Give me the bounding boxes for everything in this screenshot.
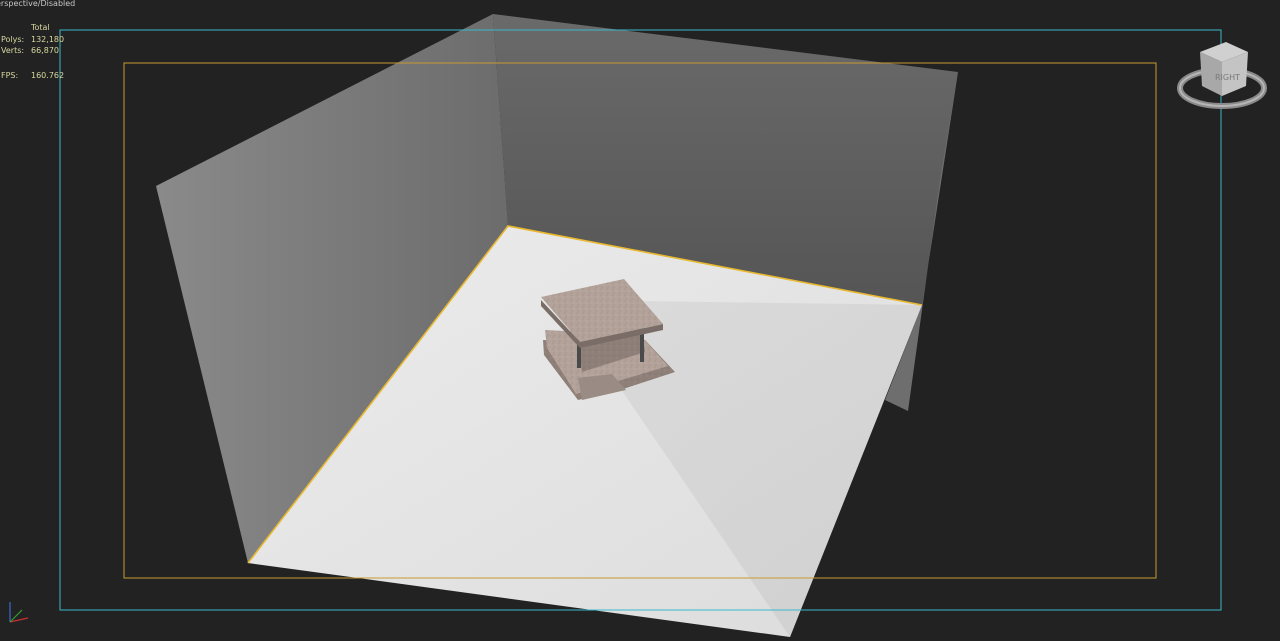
viewcube-face-label: RIGHT xyxy=(1215,73,1240,82)
stat-verts-label: Verts: xyxy=(1,46,25,55)
stat-fps: FPS: 160.762 xyxy=(1,71,64,81)
stat-polys-label: Polys: xyxy=(1,35,25,44)
axis-tripod-icon xyxy=(4,598,34,628)
stat-verts-value: 66,870 xyxy=(31,46,59,55)
viewport-scene[interactable] xyxy=(0,0,1280,641)
perspective-viewport[interactable]: erspective/Disabled Total Polys: 132,180 … xyxy=(0,0,1280,641)
stat-polys-value: 132,180 xyxy=(31,35,65,44)
stat-fps-label: FPS: xyxy=(1,71,19,80)
stat-polys: Polys: 132,180 xyxy=(1,35,64,45)
stat-fps-value: 160.762 xyxy=(31,71,65,80)
viewport-label[interactable]: erspective/Disabled xyxy=(0,0,75,9)
viewcube-icon[interactable]: RIGHT xyxy=(1168,38,1278,128)
stat-verts: Verts: 66,870 xyxy=(1,46,59,56)
stats-header: Total xyxy=(31,23,50,32)
